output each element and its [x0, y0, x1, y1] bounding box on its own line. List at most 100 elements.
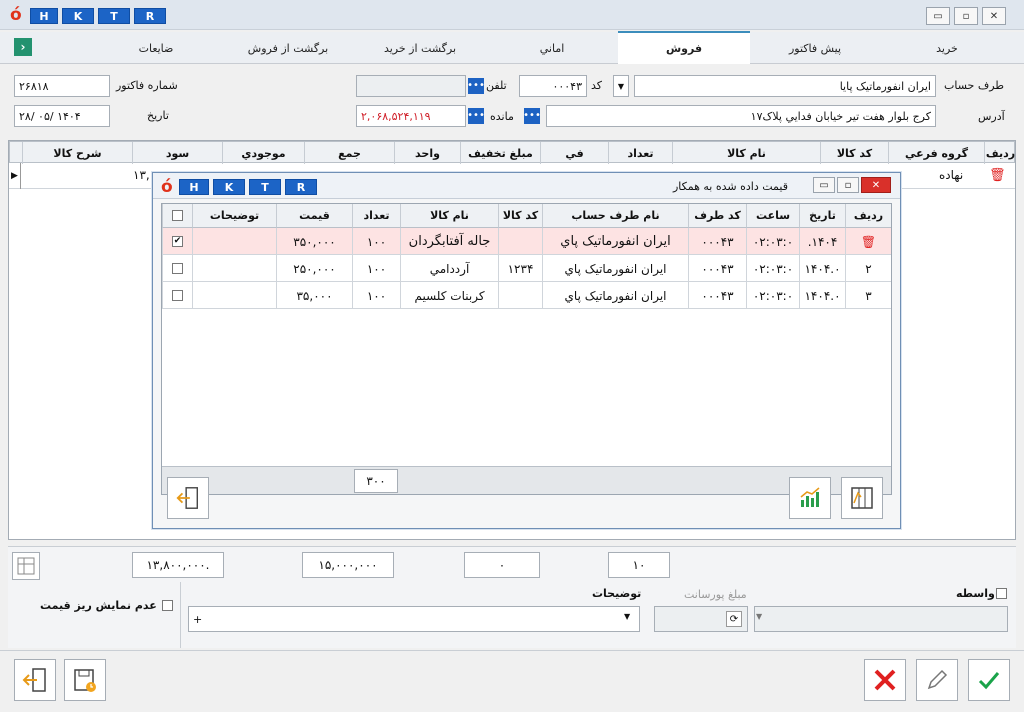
- cell-qty: ۱۰۰: [352, 255, 400, 282]
- dcol-date[interactable]: تاريخ: [799, 204, 845, 228]
- grid-settings-button[interactable]: [12, 552, 40, 580]
- select-all-checkbox[interactable]: [172, 210, 183, 221]
- cell-item-name: جاله آفتابگردان: [400, 228, 498, 255]
- title-bar: ó H K T R ▭ ▫ ✕: [0, 0, 1024, 30]
- dcol-price[interactable]: قيمت: [276, 204, 352, 228]
- cancel-button[interactable]: [864, 659, 906, 701]
- close-window-button[interactable]: ✕: [982, 7, 1006, 25]
- row-checkbox[interactable]: [172, 263, 183, 274]
- dialog-hotkey-h-button[interactable]: H: [179, 179, 209, 195]
- delete-row-icon[interactable]: 🗑: [989, 168, 1006, 184]
- minimize-icon: ▭: [819, 179, 829, 191]
- confirm-button[interactable]: [968, 659, 1010, 701]
- dcol-party-code[interactable]: کد طرف: [688, 204, 746, 228]
- tab-scroll-button[interactable]: ›: [14, 38, 32, 56]
- address-field[interactable]: کرج بلوار هفت تير خيابان فدايي پلاک۱۷: [546, 105, 936, 127]
- dialog-close-button[interactable]: ✕: [861, 177, 891, 193]
- dialog-hotkey-k-button[interactable]: K: [213, 179, 245, 195]
- dialog-title: قيمت داده شده به همکار: [673, 180, 788, 193]
- col-qty[interactable]: تعداد: [608, 142, 672, 164]
- hotkey-h-button[interactable]: H: [30, 8, 58, 24]
- dcol-select[interactable]: [162, 204, 192, 228]
- code-field[interactable]: ۰۰۰۴۳: [519, 75, 587, 97]
- cell-party-code: ۰۰۰۴۳: [688, 255, 746, 282]
- cell-row: ۲: [845, 255, 891, 282]
- maximize-button[interactable]: ▫: [954, 7, 978, 25]
- col-unit[interactable]: واحد: [394, 142, 460, 164]
- col-profit[interactable]: سود: [132, 142, 222, 164]
- account-dropdown-button[interactable]: ▼: [613, 75, 629, 97]
- grid-header: رديف گروه فرعي کد کالا نام کالا تعداد في…: [9, 141, 1016, 164]
- tab-bar: › خريد پيش فاکتور فروش اماني برگشت از خر…: [0, 31, 1024, 64]
- col-item-desc[interactable]: شرح کالا: [22, 142, 132, 164]
- hotkey-r-button[interactable]: R: [134, 8, 166, 24]
- col-row[interactable]: رديف: [984, 142, 1016, 164]
- invoice-number-field[interactable]: ۲۶۸۱۸: [14, 75, 110, 97]
- chevron-down-icon: ▼: [756, 612, 763, 621]
- col-unit-price[interactable]: في: [540, 142, 608, 164]
- hide-price-detail-label: عدم نمايش ريز قيمت: [40, 599, 157, 612]
- phone-lookup-button[interactable]: •••: [467, 78, 485, 94]
- dialog-hotkey-r-button[interactable]: R: [285, 179, 317, 195]
- save-draft-button[interactable]: [64, 659, 106, 701]
- dialog-columns-button[interactable]: [841, 477, 883, 519]
- col-item-code[interactable]: کد کالا: [820, 142, 888, 164]
- description-field[interactable]: +: [188, 606, 640, 632]
- sum-total: ۱۵,۰۰۰,۰۰۰: [302, 552, 394, 578]
- tab-waste[interactable]: ضايعات: [90, 32, 222, 64]
- cell-party-name: ايران انفورماتيک پاي: [542, 282, 688, 309]
- dcol-qty[interactable]: تعداد: [352, 204, 400, 228]
- cell-date: ۱۴۰۴.: [799, 228, 845, 255]
- cell-party-code: ۰۰۰۴۳: [688, 228, 746, 255]
- hotkey-k-button[interactable]: K: [62, 8, 94, 24]
- dialog-maximize-button[interactable]: ▫: [837, 177, 859, 193]
- account-field[interactable]: ايران انفورماتيک پايا: [634, 75, 936, 97]
- phone-field[interactable]: [356, 75, 466, 97]
- edit-button[interactable]: [916, 659, 958, 701]
- exit-icon: [22, 668, 46, 692]
- chevron-down-icon[interactable]: ▼: [624, 612, 630, 621]
- delete-row-icon[interactable]: 🗑: [845, 228, 891, 255]
- table-row[interactable]: ۳ ۱۴۰۴.۰ ۰۲:۰۳:۰ ۰۰۰۴۳ ايران انفورماتيک …: [162, 282, 891, 309]
- col-discount[interactable]: مبلغ تخفيف: [460, 142, 540, 164]
- broker-checkbox[interactable]: [996, 588, 1007, 599]
- balance-lookup-button[interactable]: •••: [467, 108, 485, 124]
- dcol-time[interactable]: ساعت: [746, 204, 799, 228]
- row-checkbox[interactable]: ✔: [172, 236, 183, 247]
- bar-chart-icon: [800, 487, 820, 507]
- check-icon: [978, 672, 1000, 690]
- address-lookup-button[interactable]: •••: [523, 108, 541, 124]
- pencil-icon: [927, 669, 948, 690]
- minimize-button[interactable]: ▭: [926, 7, 950, 25]
- dcol-item-name[interactable]: نام کالا: [400, 204, 498, 228]
- dialog-chart-button[interactable]: [789, 477, 831, 519]
- dialog-app-logo: ó: [161, 177, 173, 197]
- row-select-cell: [162, 282, 192, 309]
- tab-consignment[interactable]: اماني: [486, 32, 618, 64]
- tab-sales[interactable]: فروش: [618, 31, 750, 64]
- dcol-desc[interactable]: توضيحات: [192, 204, 276, 228]
- dcol-item-code[interactable]: کد کالا: [498, 204, 542, 228]
- table-row[interactable]: ۲ ۱۴۰۴.۰ ۰۲:۰۳:۰ ۰۰۰۴۳ ايران انفورماتيک …: [162, 255, 891, 282]
- hide-price-detail-checkbox[interactable]: [162, 600, 173, 611]
- tab-sales-return[interactable]: برگشت از فروش: [222, 32, 354, 64]
- cell-desc: [192, 255, 276, 282]
- dialog-hotkey-t-button[interactable]: T: [249, 179, 281, 195]
- col-subgroup[interactable]: گروه فرعي: [888, 142, 984, 164]
- maximize-icon: ▫: [962, 10, 970, 22]
- row-checkbox[interactable]: [172, 290, 183, 301]
- col-item-name[interactable]: نام کالا: [672, 142, 820, 164]
- tab-purchase-return[interactable]: برگشت از خريد: [354, 32, 486, 64]
- tab-purchase[interactable]: خريد: [880, 32, 1014, 64]
- exit-button[interactable]: [14, 659, 56, 701]
- dialog-minimize-button[interactable]: ▭: [813, 177, 835, 193]
- hotkey-t-button[interactable]: T: [98, 8, 130, 24]
- date-field[interactable]: ۱۴۰۴ /۰۵ /۲۸: [14, 105, 110, 127]
- dialog-exit-button[interactable]: [167, 477, 209, 519]
- col-sum[interactable]: جمع: [304, 142, 394, 164]
- tab-proforma[interactable]: پيش فاکتور: [750, 32, 880, 64]
- table-row[interactable]: 🗑 ۱۴۰۴. ۰۲:۰۳:۰ ۰۰۰۴۳ ايران انفورماتيک پ…: [162, 228, 891, 255]
- dcol-row[interactable]: رديف: [845, 204, 891, 228]
- dcol-party-name[interactable]: نام طرف حساب: [542, 204, 688, 228]
- col-stock[interactable]: موجودي: [222, 142, 304, 164]
